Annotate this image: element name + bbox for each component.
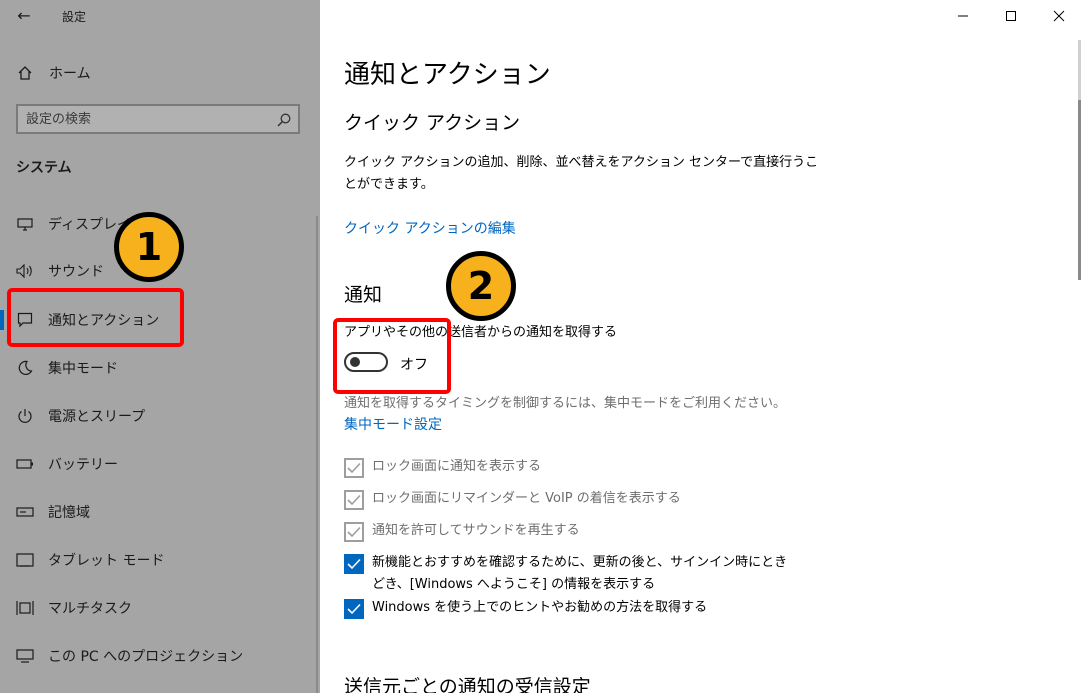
sidebar-item-label: 電源とスリープ [48, 409, 146, 425]
sidebar-item-focus[interactable]: 集中モード [0, 348, 320, 388]
sidebar-scrollbar[interactable] [316, 216, 318, 693]
checkbox[interactable] [344, 522, 364, 542]
checkbox-tips[interactable]: Windows を使う上でのヒントやお勧めの方法を取得する [344, 599, 707, 619]
checkbox-label: 通知を許可してサウンドを再生する [372, 523, 580, 538]
checkbox-welcome-experience[interactable]: 新機能とおすすめを確認するために、更新の後と、サインイン時にときどき、[Wind… [344, 554, 792, 596]
checkbox[interactable] [344, 458, 364, 478]
search-input[interactable] [26, 110, 266, 128]
step-2-badge: 2 [446, 251, 516, 321]
focus-settings-link[interactable]: 集中モード設定 [344, 414, 442, 434]
step-1-number: 1 [135, 225, 163, 269]
check-icon [347, 494, 361, 506]
sidebar-item-label: この PC へのプロジェクション [48, 649, 244, 665]
highlight-box-notifications-nav [7, 288, 184, 347]
step-2-number: 2 [467, 264, 495, 308]
section-title: システム [16, 160, 72, 176]
quick-actions-heading: クイック アクション [344, 112, 521, 134]
edit-quick-actions-link[interactable]: クイック アクションの編集 [344, 218, 516, 238]
home-label: ホーム [49, 66, 91, 82]
sidebar-item-label: バッテリー [48, 457, 118, 473]
checkbox-play-sounds[interactable]: 通知を許可してサウンドを再生する [344, 522, 580, 542]
sidebar-item-battery[interactable]: バッテリー [0, 444, 320, 484]
speaker-icon [15, 261, 35, 281]
checkbox-label: ロック画面にリマインダーと VoIP の着信を表示する [372, 491, 681, 506]
checkbox[interactable] [344, 554, 364, 574]
check-icon [347, 558, 361, 570]
monitor-icon [15, 214, 35, 234]
sidebar-item-label: 記憶域 [48, 505, 90, 521]
per-sender-heading: 送信元ごとの通知の受信設定 [344, 676, 591, 693]
projection-icon [15, 646, 35, 666]
multitask-icon [15, 598, 35, 618]
checkbox-lock-screen-reminders[interactable]: ロック画面にリマインダーと VoIP の着信を表示する [344, 490, 681, 510]
sidebar-item-label: 集中モード [48, 361, 118, 377]
storage-icon [15, 502, 35, 522]
window-title: 設定 [62, 10, 87, 24]
battery-icon [15, 454, 35, 474]
power-icon [15, 406, 35, 426]
sidebar-item-power[interactable]: 電源とスリープ [0, 396, 320, 436]
checkbox[interactable] [344, 490, 364, 510]
check-icon [347, 526, 361, 538]
check-icon [347, 462, 361, 474]
description-line: とができます。 [344, 177, 434, 192]
sidebar-item-label: タブレット モード [48, 553, 165, 569]
checkbox-label: Windows を使う上でのヒントやお勧めの方法を取得する [372, 600, 708, 615]
search-box[interactable] [16, 104, 300, 134]
home-nav-item[interactable]: ホーム [15, 61, 91, 85]
quick-actions-description: クイック アクションの追加、削除、並べ替えをアクション センターで直接行うこ と… [344, 152, 818, 196]
sidebar-item-projection[interactable]: この PC へのプロジェクション [0, 636, 320, 676]
sidebar-item-multitask[interactable]: マルチタスク [0, 588, 320, 628]
sidebar-item-storage[interactable]: 記憶域 [0, 492, 320, 532]
back-button[interactable]: ← [14, 6, 34, 26]
highlight-box-toggle [333, 318, 451, 394]
check-icon [347, 603, 361, 615]
checkbox[interactable] [344, 599, 364, 619]
tablet-icon [15, 550, 35, 570]
close-button[interactable] [1035, 0, 1083, 32]
checkbox-label: ロック画面に通知を表示する [372, 459, 542, 474]
caption-buttons [939, 0, 1083, 32]
focus-hint-text: 通知を取得するタイミングを制御するには、集中モードをご利用ください。 [344, 396, 787, 411]
sidebar-item-tablet[interactable]: タブレット モード [0, 540, 320, 580]
description-line: クイック アクションの追加、削除、並べ替えをアクション センターで直接行うこ [344, 155, 819, 170]
notifications-heading: 通知 [344, 284, 383, 306]
main-scrollbar[interactable] [1078, 40, 1081, 280]
checkbox-label: 新機能とおすすめを確認するために、更新の後と、サインイン時にときどき、[Wind… [372, 555, 788, 592]
page-title: 通知とアクション [344, 60, 551, 90]
moon-icon [15, 358, 35, 378]
step-1-badge: 1 [114, 212, 184, 282]
minimize-button[interactable] [939, 0, 987, 32]
search-icon[interactable] [276, 112, 292, 128]
sidebar-item-label: サウンド [48, 264, 104, 280]
checkbox-lock-screen-notifications[interactable]: ロック画面に通知を表示する [344, 458, 541, 478]
maximize-button[interactable] [987, 0, 1035, 32]
sidebar-item-label: マルチタスク [48, 601, 132, 617]
home-icon [15, 65, 35, 81]
